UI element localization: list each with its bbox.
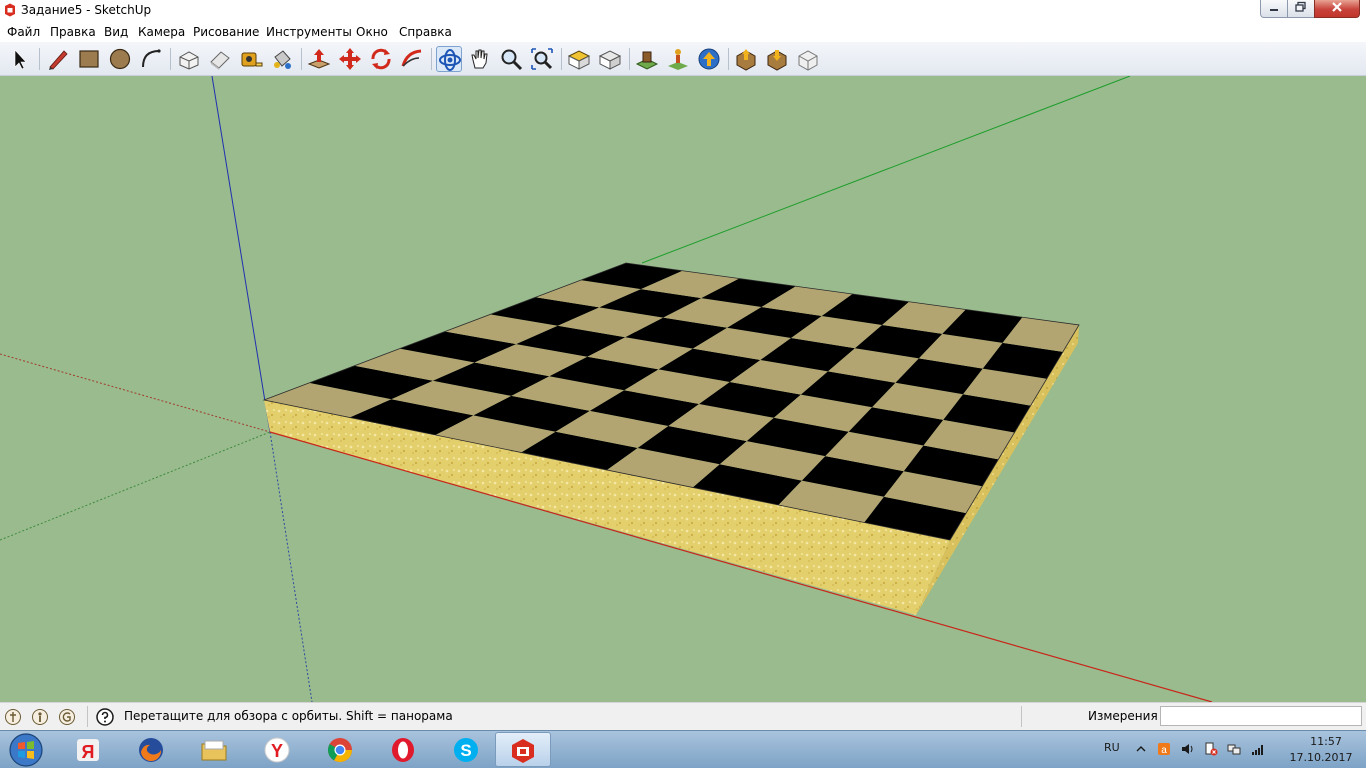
taskbar: Я Y S RU a 11:57 17.10.2017 — [0, 730, 1366, 768]
title-bar: Задание5 - SketchUp — [0, 0, 1366, 22]
network-icon[interactable] — [1227, 742, 1241, 756]
orbit-icon[interactable] — [436, 46, 462, 72]
toolbar-separator — [39, 48, 40, 70]
toolbar-separator — [431, 48, 432, 70]
menu-camera[interactable]: Камера — [138, 25, 185, 39]
menu-edit[interactable]: Правка — [50, 25, 96, 39]
toggle-terrain-icon[interactable] — [665, 46, 691, 72]
red-axis-dotted — [0, 353, 271, 433]
show-hidden-icons-icon[interactable] — [1134, 742, 1148, 756]
green-axis-dotted — [0, 431, 271, 541]
main-toolbar — [0, 42, 1366, 76]
top-view-icon[interactable] — [566, 46, 592, 72]
get-models-icon[interactable] — [733, 46, 759, 72]
file-explorer-icon[interactable] — [186, 732, 242, 767]
volume-icon[interactable] — [1181, 742, 1195, 756]
pencil-icon[interactable] — [45, 46, 71, 72]
paint-bucket-icon[interactable] — [269, 46, 295, 72]
firefox-icon[interactable] — [123, 732, 179, 767]
previous-view-icon[interactable] — [597, 46, 623, 72]
zoom-extents-icon[interactable] — [529, 46, 555, 72]
toolbar-separator — [561, 48, 562, 70]
clock-date[interactable]: 17.10.2017 — [1286, 751, 1356, 764]
circle-icon[interactable] — [107, 46, 133, 72]
svg-text:S: S — [460, 741, 471, 760]
restore-button[interactable] — [1287, 0, 1315, 18]
status-divider — [87, 706, 88, 727]
yandex-browser-icon[interactable]: Я — [60, 732, 116, 767]
skype-icon[interactable]: S — [438, 732, 494, 767]
status-hint: Перетащите для обзора с орбиты. Shift = … — [124, 709, 453, 723]
follow-me-icon[interactable] — [399, 46, 425, 72]
status-bar: Перетащите для обзора с орбиты. Shift = … — [0, 702, 1366, 730]
add-location-icon[interactable] — [634, 46, 660, 72]
action-center-icon[interactable] — [1204, 742, 1218, 756]
yandex-icon[interactable]: Y — [249, 732, 305, 767]
menu-help[interactable]: Справка — [399, 25, 452, 39]
svg-text:a: a — [1161, 745, 1167, 756]
menu-draw[interactable]: Рисование — [193, 25, 259, 39]
rotate-icon[interactable] — [368, 46, 394, 72]
sign-in-icon[interactable] — [58, 708, 76, 726]
arc-icon[interactable] — [138, 46, 164, 72]
push-pull-icon[interactable] — [306, 46, 332, 72]
clock-time[interactable]: 11:57 — [1296, 735, 1356, 748]
svg-text:Y: Y — [271, 741, 283, 761]
opera-icon[interactable] — [375, 732, 431, 767]
menu-file[interactable]: Файл — [7, 25, 40, 39]
start-button[interactable] — [5, 732, 47, 768]
toolbar-separator — [170, 48, 171, 70]
scene-canvas[interactable] — [0, 76, 1366, 702]
share-model-icon[interactable] — [696, 46, 722, 72]
menu-view[interactable]: Вид — [104, 25, 128, 39]
menu-window[interactable]: Окно — [356, 25, 388, 39]
chrome-icon[interactable] — [312, 732, 368, 767]
close-button[interactable] — [1314, 0, 1360, 18]
toolbar-separator — [728, 48, 729, 70]
sketchup-app-icon — [5, 3, 15, 17]
toolbar-separator — [629, 48, 630, 70]
measurements-label: Измерения — [1088, 709, 1158, 723]
select-icon[interactable] — [7, 46, 33, 72]
blue-axis — [211, 76, 271, 433]
move-icon[interactable] — [337, 46, 363, 72]
tape-measure-icon[interactable] — [238, 46, 264, 72]
minimize-button[interactable] — [1260, 0, 1288, 18]
eraser-icon[interactable] — [207, 46, 233, 72]
toolbar-separator — [301, 48, 302, 70]
drawing-area[interactable] — [0, 76, 1366, 702]
sketchup-icon[interactable] — [495, 732, 551, 767]
share-component-icon[interactable] — [764, 46, 790, 72]
geo-location-icon[interactable] — [4, 708, 22, 726]
blue-axis-dotted — [269, 431, 313, 702]
green-axis — [641, 76, 1131, 264]
make-component-icon[interactable] — [176, 46, 202, 72]
extension-warehouse-icon[interactable] — [795, 46, 821, 72]
status-divider — [1021, 706, 1022, 727]
zoom-icon[interactable] — [498, 46, 524, 72]
rectangle-icon[interactable] — [76, 46, 102, 72]
wifi-signal-icon[interactable] — [1251, 742, 1265, 756]
tray-language[interactable]: RU — [1104, 741, 1120, 754]
window-title: Задание5 - SketchUp — [21, 3, 152, 17]
measurements-field[interactable] — [1160, 706, 1362, 726]
credits-icon[interactable] — [31, 708, 49, 726]
menu-bar: Файл Правка Вид Камера Рисование Инструм… — [0, 22, 1366, 42]
svg-text:Я: Я — [82, 742, 95, 762]
avast-tray-icon[interactable]: a — [1157, 742, 1171, 756]
pan-icon[interactable] — [467, 46, 493, 72]
help-icon[interactable] — [96, 708, 114, 726]
menu-tools[interactable]: Инструменты — [266, 25, 352, 39]
